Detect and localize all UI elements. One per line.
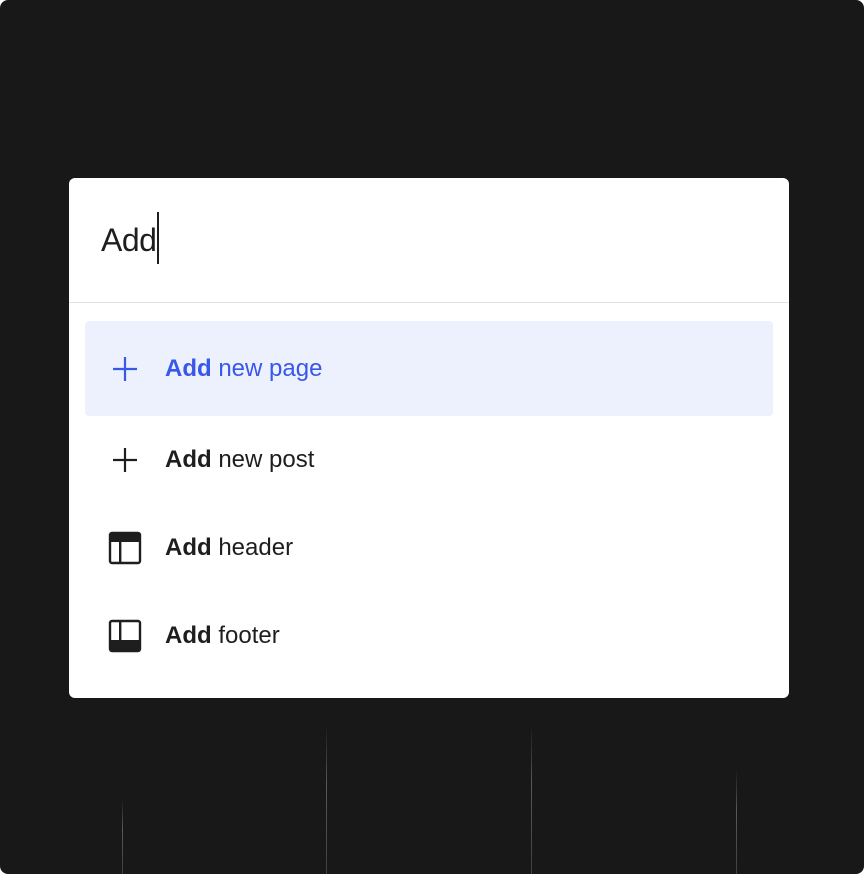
command-palette: Add Add new page Add new post Add header…: [69, 178, 789, 698]
command-search-input[interactable]: Add: [101, 222, 157, 259]
text-caret: [157, 212, 160, 264]
header-layout-icon: [107, 530, 143, 566]
backdrop-line: [736, 769, 737, 874]
command-item-add-header[interactable]: Add header: [85, 504, 773, 592]
command-item-label: Add footer: [165, 622, 280, 649]
command-item-label: Add new post: [165, 446, 315, 473]
command-item-label: Add new page: [165, 354, 323, 382]
command-item-label: Add header: [165, 534, 294, 561]
command-item-add-new-post[interactable]: Add new post: [85, 416, 773, 504]
plus-icon: [107, 351, 143, 387]
backdrop-line: [122, 799, 123, 874]
command-results-list: Add new page Add new post Add header Add…: [69, 303, 789, 680]
command-item-add-new-page[interactable]: Add new page: [85, 321, 773, 416]
plus-icon: [107, 442, 143, 478]
backdrop-line: [531, 724, 532, 874]
footer-layout-icon: [107, 618, 143, 654]
app-backdrop: Add Add new page Add new post Add header…: [0, 0, 864, 874]
command-item-add-footer[interactable]: Add footer: [85, 592, 773, 680]
command-search[interactable]: Add: [69, 178, 789, 303]
backdrop-line: [326, 724, 327, 874]
